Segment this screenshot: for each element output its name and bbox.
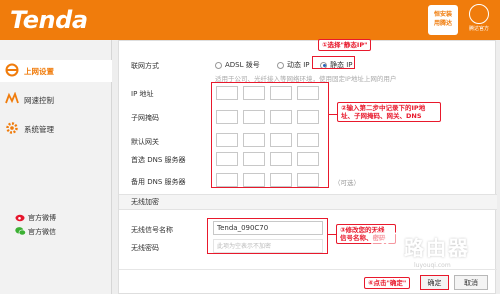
speed-icon bbox=[5, 92, 19, 104]
brand-badge: 腾达官方 bbox=[462, 4, 496, 36]
sidebar: 上网设置 网速控制 系统管理 官方微博 官方微信 bbox=[0, 40, 112, 294]
promo-badge[interactable]: 恒安装 用腾达 bbox=[428, 5, 458, 35]
watermark: 路由器 bbox=[370, 228, 495, 264]
annotation-text: 输入第二步中记录下的IP地 bbox=[346, 104, 426, 112]
watermark-text: 路由器 bbox=[404, 235, 470, 260]
ssid-label: 无线信号名称 bbox=[131, 226, 173, 234]
promo-line1: 恒安装 bbox=[433, 11, 452, 18]
gateway-label: 默认网关 bbox=[131, 138, 159, 146]
primary-dns-label: 首选 DNS 服务器 bbox=[131, 156, 186, 164]
optional-hint: （可选） bbox=[334, 179, 360, 187]
footer-divider bbox=[119, 269, 497, 270]
sidebar-item-system-management[interactable]: 系统管理 bbox=[0, 118, 112, 140]
wireless-section-title: 无线加密 bbox=[119, 194, 497, 210]
radio-dot bbox=[215, 61, 222, 69]
weibo-icon bbox=[15, 214, 25, 222]
annotation-box-ip-fields bbox=[211, 82, 329, 188]
weibo-link[interactable]: 官方微博 bbox=[15, 213, 56, 223]
sidebar-item-label: 系统管理 bbox=[24, 124, 54, 134]
sidebar-item-label: 网速控制 bbox=[24, 95, 54, 105]
annotation-text: 选择"静态IP" bbox=[327, 41, 368, 49]
ok-button[interactable]: 确定 bbox=[420, 275, 449, 290]
radio-adsl[interactable]: ADSL 拨号 bbox=[215, 60, 260, 70]
annotation-text: 址、子网掩码、网关、DNS bbox=[341, 112, 422, 120]
radio-label: ADSL 拨号 bbox=[225, 61, 260, 69]
secondary-dns-label: 备用 DNS 服务器 bbox=[131, 178, 186, 186]
wireless-password-label: 无线密码 bbox=[131, 244, 159, 252]
annotation-box-wireless bbox=[207, 218, 328, 254]
promo-line2: 用腾达 bbox=[433, 20, 452, 27]
annotation-callout-4: ④点击"确定" bbox=[364, 277, 411, 289]
ie-icon bbox=[5, 63, 19, 77]
tenda-logo: Tenda bbox=[10, 6, 88, 34]
annotation-box-static-ip bbox=[312, 56, 355, 69]
sidebar-item-speed-control[interactable]: 网速控制 bbox=[0, 89, 112, 111]
sidebar-item-internet-settings[interactable]: 上网设置 bbox=[0, 60, 112, 82]
wan-mode-label: 联网方式 bbox=[131, 62, 159, 70]
brand-circle-icon bbox=[469, 4, 489, 24]
wechat-label: 官方微信 bbox=[28, 228, 56, 236]
annotation-callout-2: ②输入第二步中记录下的IP地 址、子网掩码、网关、DNS bbox=[337, 102, 441, 122]
gear-icon bbox=[6, 122, 18, 134]
annotation-arrow bbox=[328, 234, 336, 235]
cancel-button[interactable]: 取消 bbox=[454, 275, 488, 290]
sidebar-item-label: 上网设置 bbox=[24, 66, 54, 76]
wechat-link[interactable]: 官方微信 bbox=[15, 227, 56, 237]
ip-address-label: IP 地址 bbox=[131, 90, 154, 98]
radio-dynamic-ip[interactable]: 动态 IP bbox=[277, 60, 310, 70]
wechat-icon bbox=[15, 227, 26, 236]
router-logo-icon bbox=[371, 232, 399, 260]
annotation-text: 点击"确定" bbox=[373, 279, 407, 287]
radio-dot bbox=[277, 61, 284, 69]
subnet-mask-label: 子网掩码 bbox=[131, 114, 159, 122]
radio-label: 动态 IP bbox=[287, 61, 310, 69]
brand-line: 腾达官方 bbox=[468, 26, 489, 32]
watermark-sub: luyouqi.com bbox=[414, 262, 451, 269]
header-bar: Tenda 恒安装 用腾达 腾达官方 bbox=[0, 0, 500, 40]
annotation-callout-1: ①选择"静态IP" bbox=[318, 39, 372, 51]
annotation-arrow bbox=[329, 114, 337, 115]
weibo-label: 官方微博 bbox=[28, 214, 56, 222]
